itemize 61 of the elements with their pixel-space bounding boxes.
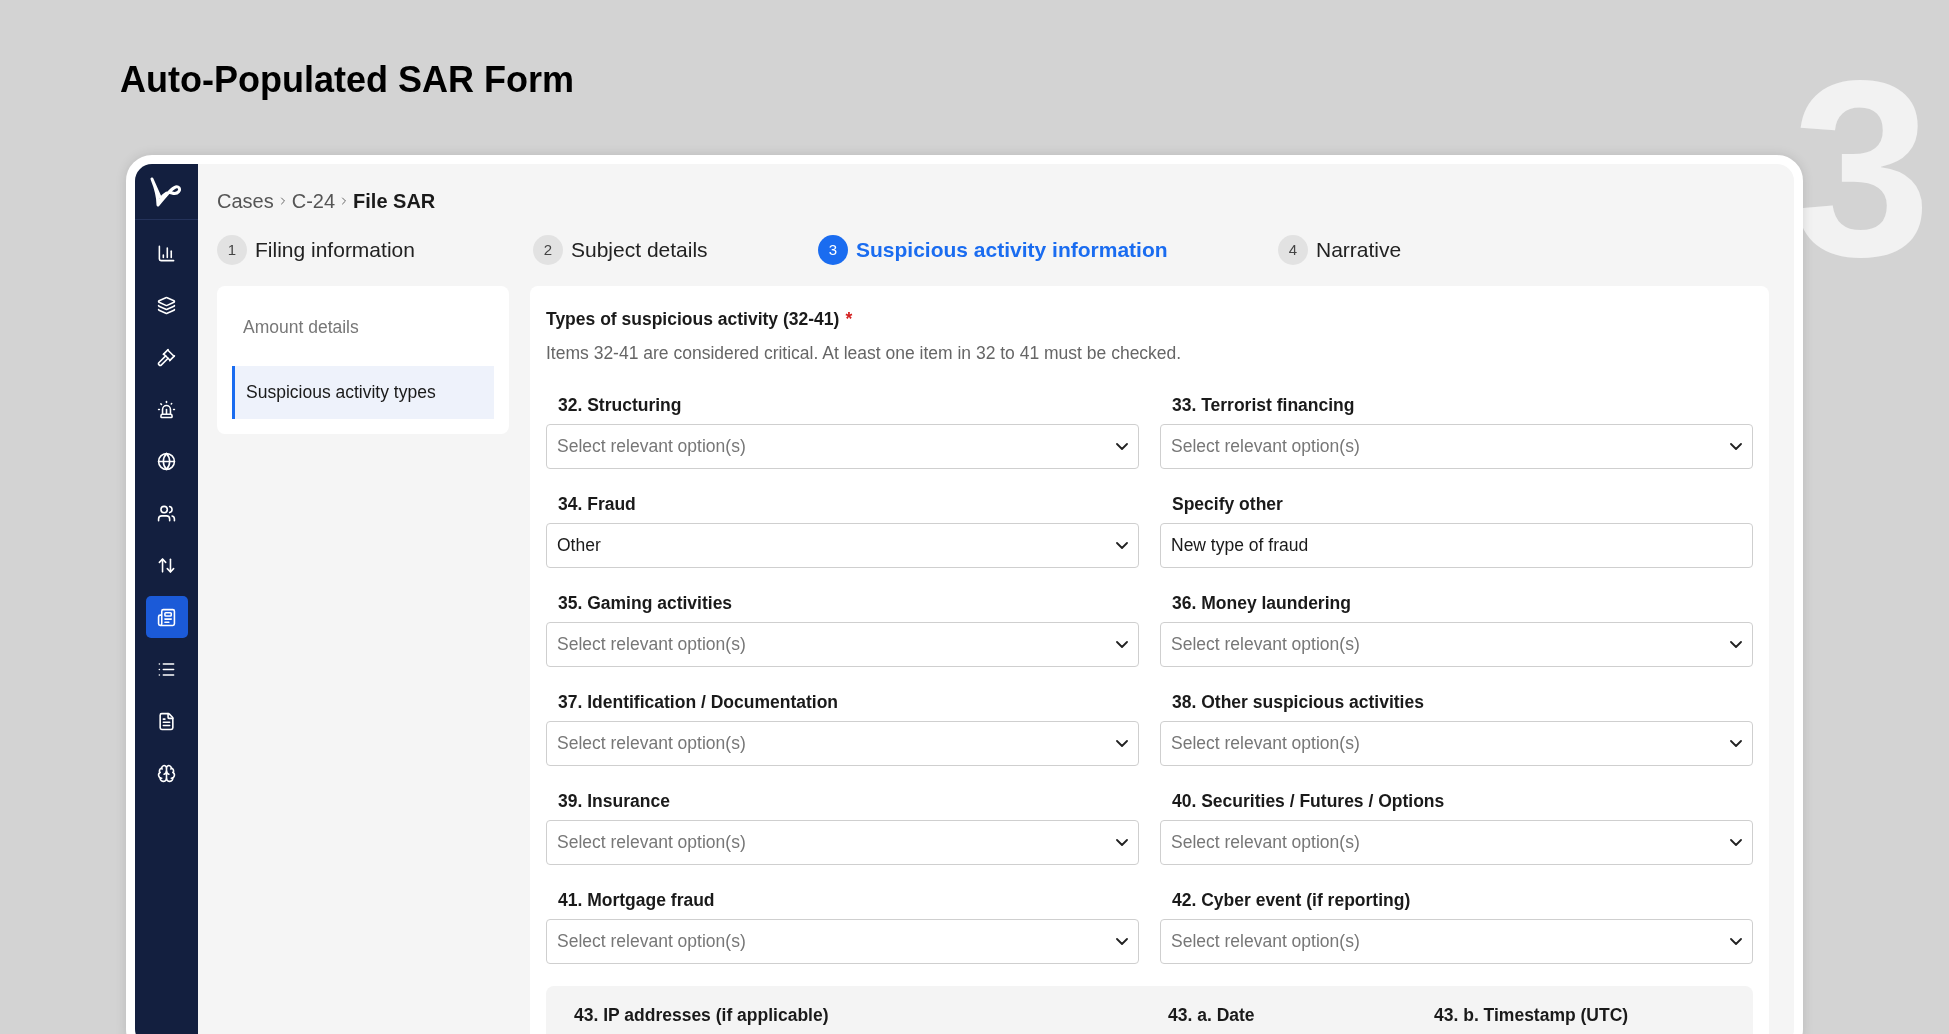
select-field[interactable]: Select relevant option(s) <box>546 919 1139 964</box>
step-tab[interactable]: 1 Filing information <box>217 234 533 266</box>
select-field[interactable]: Select relevant option(s) <box>546 424 1139 469</box>
globe-icon <box>157 451 176 471</box>
select-field[interactable]: Select relevant option(s) <box>1160 622 1753 667</box>
field-label: 42. Cyber event (if reporting) <box>1171 889 1412 911</box>
field-label: 43. a. Date <box>1168 1004 1256 1027</box>
chevron-down-icon <box>1730 641 1742 648</box>
section-nav-item[interactable]: Amount details <box>232 300 494 354</box>
section-heading: Types of suspicious activity (32-41) <box>546 307 840 331</box>
text-field[interactable]: New type of fraud <box>1160 523 1753 568</box>
users-icon <box>157 503 176 523</box>
select-field[interactable]: Select relevant option(s) <box>1160 424 1753 469</box>
step-tab[interactable]: 2 Subject details <box>533 234 818 266</box>
chevron-down-icon <box>1116 839 1128 846</box>
arrows-icon <box>157 555 176 575</box>
required-mark: * <box>845 307 853 331</box>
field-label: 37. Identification / Documentation <box>557 691 840 713</box>
chevron-down-icon <box>1730 740 1742 747</box>
field-label: 35. Gaming activities <box>557 592 734 614</box>
select-field[interactable]: Select relevant option(s) <box>546 622 1139 667</box>
field-label: 36. Money laundering <box>1171 592 1352 614</box>
sidebar-item[interactable] <box>145 596 188 638</box>
section-nav-item[interactable]: Suspicious activity types <box>232 365 494 419</box>
brain-icon <box>157 763 176 783</box>
bar-chart-icon <box>157 243 176 263</box>
chevron-down-icon <box>1116 542 1128 549</box>
select-field[interactable]: Other <box>546 523 1139 568</box>
document-icon <box>157 607 176 627</box>
field-label: 33. Terrorist financing <box>1171 394 1356 416</box>
step-tab[interactable]: 3 Suspicious activity information <box>818 234 1278 266</box>
chevron-down-icon <box>1116 443 1128 450</box>
field-label: 34. Fraud <box>557 493 637 515</box>
chevron-down-icon <box>1116 938 1128 945</box>
field-label: 40. Securities / Futures / Options <box>1171 790 1446 812</box>
gavel-icon <box>157 347 176 367</box>
slide-title: Auto-Populated SAR Form <box>120 58 574 102</box>
layers-icon <box>157 295 176 315</box>
step-tab[interactable]: 4 Narrative <box>1278 234 1402 266</box>
siren-icon <box>157 399 176 419</box>
breadcrumb-link[interactable]: C-24 <box>291 186 336 216</box>
select-field[interactable]: Select relevant option(s) <box>1160 919 1753 964</box>
chevron-down-icon <box>1730 938 1742 945</box>
chevron-down-icon <box>1730 443 1742 450</box>
field-label: Specify other <box>1171 493 1284 515</box>
chevron-down-icon <box>1116 740 1128 747</box>
field-label: 39. Insurance <box>557 790 671 812</box>
select-field[interactable]: Select relevant option(s) <box>546 721 1139 766</box>
section-description: Items 32-41 are considered critical. At least one item in 32 to 41 must be checked. <box>546 341 1183 365</box>
breadcrumb-link[interactable]: Cases <box>217 186 274 216</box>
chevron-down-icon <box>1116 641 1128 648</box>
file-icon <box>157 711 176 731</box>
field-label: 43. b. Timestamp (UTC) <box>1434 1004 1629 1027</box>
select-field[interactable]: Select relevant option(s) <box>1160 721 1753 766</box>
field-label: 38. Other suspicious activities <box>1171 691 1425 713</box>
select-field[interactable]: Select relevant option(s) <box>546 820 1139 865</box>
select-field[interactable]: Select relevant option(s) <box>1160 820 1753 865</box>
field-label: 41. Mortgage fraud <box>557 889 716 911</box>
chevron-down-icon <box>1730 839 1742 846</box>
field-label: 32. Structuring <box>557 394 683 416</box>
field-label: 43. IP addresses (if applicable) <box>574 1004 830 1027</box>
